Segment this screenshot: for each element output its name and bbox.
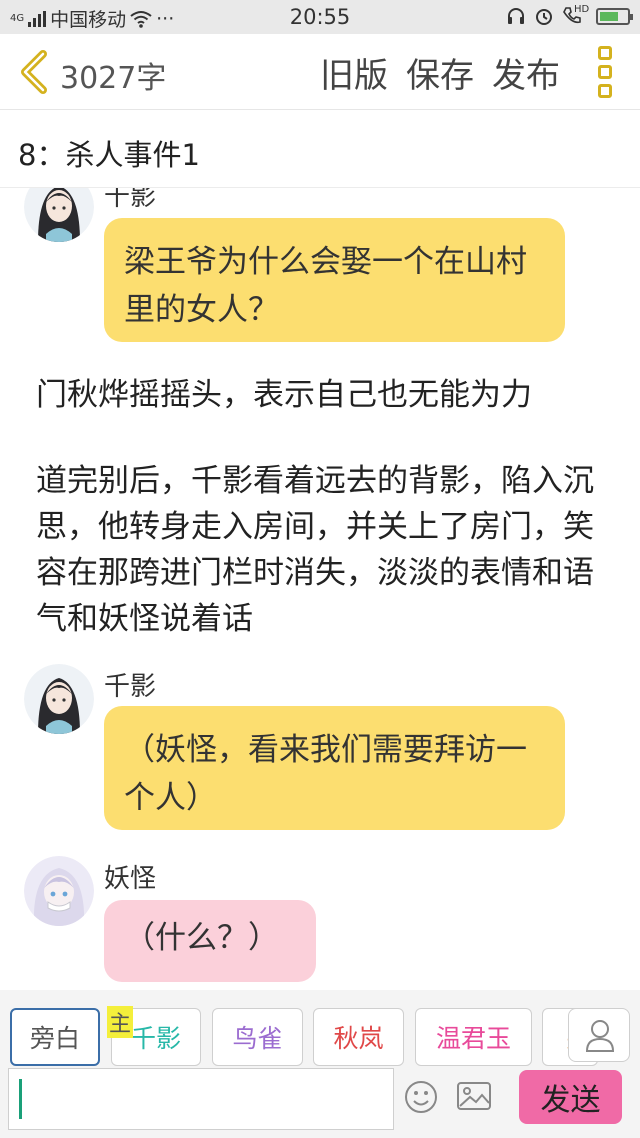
character-chip-qiulan[interactable]: 秋岚 — [313, 1008, 404, 1066]
publish-button[interactable]: 发布 — [492, 48, 560, 97]
battery-icon — [596, 7, 633, 25]
character-selector: 旁白 千影 主 鸟雀 秋岚 温君玉 另 — [0, 990, 640, 1066]
speaker-name: 妖怪 — [104, 864, 157, 894]
dialog-bubble[interactable]: （什么？） — [104, 900, 316, 982]
input-bar: 发送 — [0, 1066, 640, 1138]
dialog-text: （妖怪，看来我们需要拜访一个人） — [124, 732, 527, 816]
hd-label: HD — [574, 4, 590, 15]
character-name: 温君玉 — [435, 1024, 511, 1053]
person-icon — [585, 1020, 615, 1052]
editor-header: 3027字 旧版 保存 发布 — [0, 34, 640, 110]
story-content[interactable]: 千影 梁王爷为什么会娶一个在山村里的女人？ 门秋烨摇摇头，表示自己也无能为力 道… — [0, 188, 640, 990]
image-icon[interactable] — [456, 1080, 492, 1112]
character-chip-wenjunyu[interactable]: 温君玉 — [415, 1008, 532, 1066]
battery-fill — [600, 11, 618, 21]
status-right: HD — [506, 4, 633, 26]
word-count: 3027字 — [60, 61, 167, 96]
manage-characters-button[interactable] — [568, 1008, 630, 1062]
chapter-header: 8：杀人事件1 — [0, 110, 640, 188]
save-button[interactable]: 保存 — [406, 48, 474, 97]
character-chip-niaoque[interactable]: 鸟雀 — [212, 1008, 303, 1066]
send-button[interactable]: 发送 — [519, 1070, 622, 1124]
back-icon[interactable] — [16, 50, 52, 94]
emoji-icon[interactable] — [404, 1080, 438, 1114]
header-actions: 旧版 保存 发布 — [320, 48, 560, 97]
dialog-text: 梁王爷为什么会娶一个在山村里的女人？ — [124, 244, 527, 328]
character-chip-narrator[interactable]: 旁白 — [10, 1008, 100, 1066]
speaker-name: 千影 — [104, 188, 157, 212]
dialog-bubble[interactable]: （妖怪，看来我们需要拜访一个人） — [104, 706, 565, 830]
narration-paragraph[interactable]: 道完别后，千影看着远去的背影，陷入沉思，他转身走入房间，并关上了房门，笑容在那跨… — [36, 458, 616, 642]
alarm-icon — [536, 9, 552, 25]
avatar-qianying — [24, 188, 94, 242]
character-name: 秋岚 — [333, 1024, 384, 1053]
main-character-tag: 主 — [107, 1006, 133, 1038]
message-input[interactable] — [8, 1068, 394, 1130]
headphones-icon — [508, 8, 524, 24]
avatar-yaoguai — [24, 856, 94, 926]
speaker-name: 千影 — [104, 672, 157, 702]
status-bar: 4G 中国移动 ··· 20:55 HD — [0, 0, 640, 34]
dialog-text: （什么？） — [124, 920, 279, 956]
character-name: 千影 — [130, 1024, 181, 1053]
chapter-title[interactable]: 8：杀人事件1 — [18, 132, 200, 174]
phone-hd-icon: HD — [562, 4, 590, 26]
character-name: 鸟雀 — [232, 1024, 283, 1053]
more-menu-icon[interactable] — [598, 46, 614, 98]
old-version-button[interactable]: 旧版 — [320, 48, 388, 97]
character-name: 旁白 — [29, 1024, 80, 1053]
dialog-bubble[interactable]: 梁王爷为什么会娶一个在山村里的女人？ — [104, 218, 565, 342]
avatar-qianying — [24, 664, 94, 734]
narration-paragraph[interactable]: 门秋烨摇摇头，表示自己也无能为力 — [36, 372, 616, 418]
text-caret — [19, 1079, 22, 1119]
